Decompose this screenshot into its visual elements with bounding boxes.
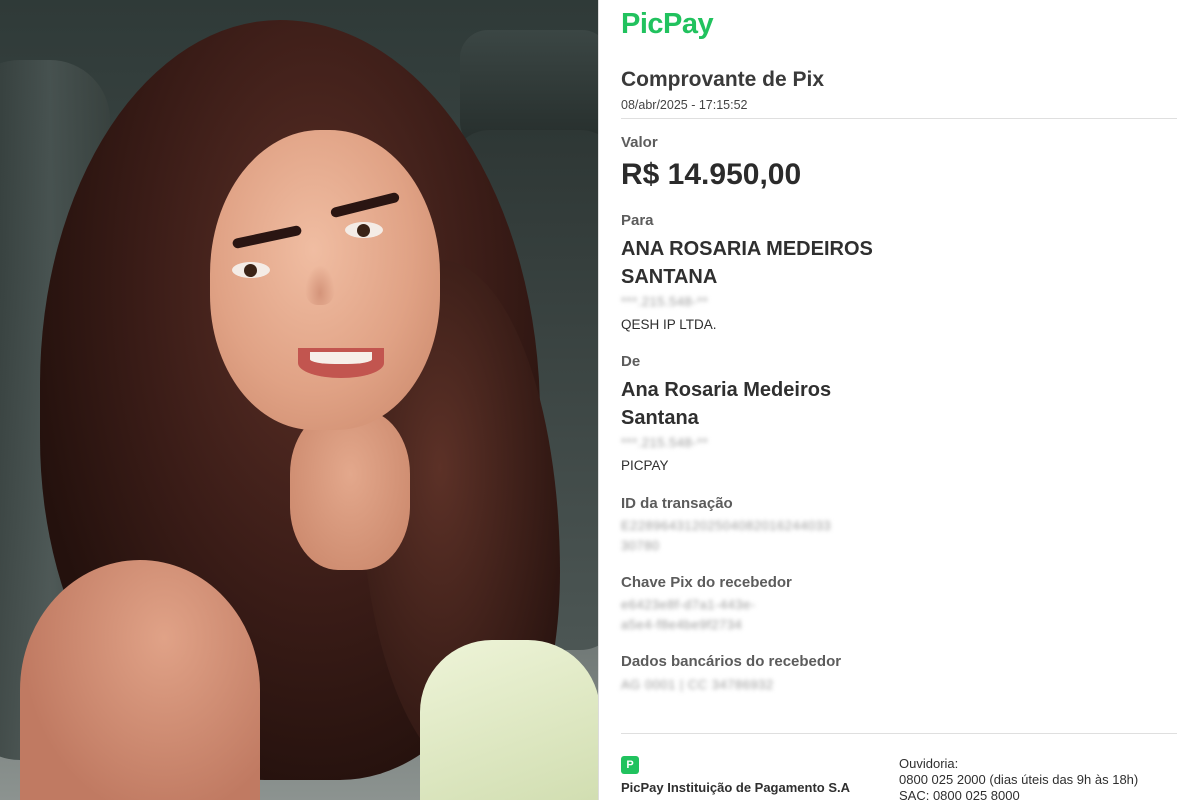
id-label: ID da transação [621,495,733,512]
valor-label: Valor [621,134,658,151]
para-bank: QESH IP LTDA. [621,317,717,332]
dados-value: AG 0001 | CC 34786932 [621,677,774,692]
shirt [420,640,598,800]
de-name: Ana Rosaria Medeiros Santana [621,379,832,429]
ouvidoria-label: Ouvidoria: [899,756,959,771]
teeth [310,352,372,364]
neck [290,410,410,570]
nose [305,265,335,305]
sac-phone: SAC: 0800 025 8000 [899,788,1020,803]
para-name: ANA ROSARIA MEDEIROS SANTANA [621,238,873,288]
receipt-title: Comprovante de Pix [621,68,825,91]
valor-amount: R$ 14.950,00 [621,158,802,191]
ouvidoria-info: Ouvidoria: 0800 025 2000 (dias úteis das… [899,756,1138,804]
footer-company: PicPay Instituição de Pagamento S.A [621,780,851,795]
picpay-logo: PicPay [621,8,714,41]
divider [621,118,1177,119]
footer-divider [621,733,1177,734]
de-bank: PICPAY [621,458,669,473]
id-line-1: E22896431202504082016244033 [621,518,832,533]
selfie-photo [0,0,598,800]
right-eye [345,222,383,238]
pix-receipt: PicPay Comprovante de Pix 08/abr/2025 - … [598,0,1200,803]
de-label: De [621,353,641,370]
picpay-logo-text: PicPay [621,8,714,40]
id-line-2: 30780 [621,538,660,553]
left-eye [232,262,270,278]
ouvidoria-phone: 0800 025 2000 (dias úteis das 9h às 18h) [899,772,1139,787]
chave-label: Chave Pix do recebedor [621,574,792,591]
de-doc: ***.215.548-** [621,435,709,450]
chave-line-2: a5e4-f8e4be9f2734 [621,617,743,632]
receipt-datetime: 08/abr/2025 - 17:15:52 [621,98,748,112]
chave-line-1: e6423e8f-d7a1-443e- [621,597,756,612]
dados-label: Dados bancários do recebedor [621,653,842,670]
picpay-logo-icon: P [621,756,639,774]
para-label: Para [621,212,654,229]
para-doc: ***.215.548-** [621,294,709,309]
